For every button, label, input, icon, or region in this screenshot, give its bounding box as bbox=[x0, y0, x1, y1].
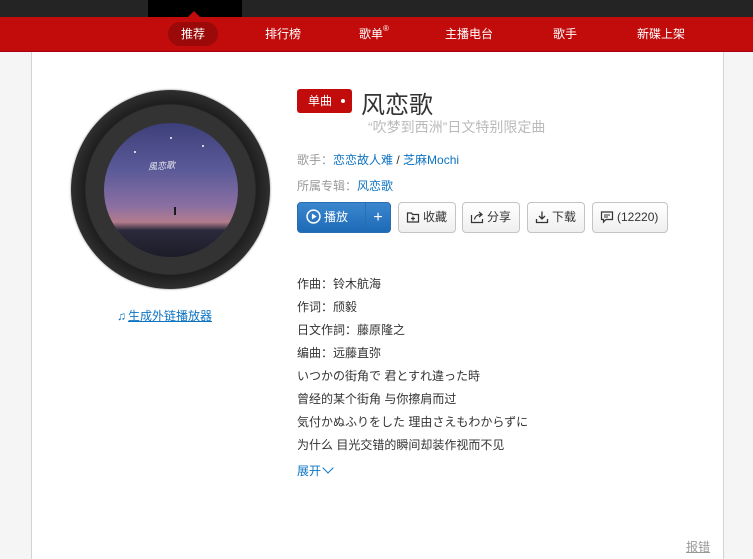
cover-star bbox=[170, 137, 172, 139]
artist-label: 歌手： bbox=[297, 153, 334, 167]
expand-lyrics-button[interactable]: 展开 bbox=[297, 462, 334, 479]
add-to-playlist-button[interactable]: + bbox=[365, 202, 391, 233]
registered-mark: ® bbox=[383, 24, 389, 33]
lyrics-block: 作曲：铃木航海 作词：颀毅 日文作詞：藤原隆之 编曲：远藤直弥 いつかの街角で … bbox=[297, 273, 528, 457]
favorite-label: 收藏 bbox=[423, 210, 448, 224]
nav-item-playlists-label: 歌单 bbox=[359, 27, 384, 41]
lyric-line: 作词：颀毅 bbox=[297, 300, 358, 314]
cover-art-text: 風恋歌 bbox=[147, 160, 176, 172]
play-icon bbox=[306, 209, 321, 225]
album-label: 所属专辑： bbox=[297, 179, 358, 193]
cover-figure bbox=[174, 207, 176, 215]
artist-link[interactable]: 恋恋故人难 bbox=[333, 153, 393, 167]
song-subtitle: “吹梦到西洲”日文特别限定曲 bbox=[368, 119, 546, 135]
nav-item-recommend[interactable]: 推荐 bbox=[168, 22, 219, 46]
folder-plus-icon bbox=[406, 212, 420, 223]
nav-item-playlists[interactable]: 歌单® bbox=[346, 22, 402, 46]
download-button[interactable]: 下载 bbox=[527, 202, 585, 233]
nav-item-new-albums[interactable]: 新碟上架 bbox=[624, 22, 698, 46]
album-cover[interactable]: 風恋歌 bbox=[104, 123, 238, 257]
player-link-label: 生成外链播放器 bbox=[128, 309, 213, 323]
favorite-button[interactable]: 收藏 bbox=[398, 202, 456, 233]
single-badge: 单曲 bbox=[297, 89, 352, 113]
lyric-line: 曾经的某个街角 与你擦肩而过 bbox=[297, 392, 457, 406]
generate-player-link[interactable]: ♫ 生成外链播放器 bbox=[117, 307, 212, 324]
artist-separator: / bbox=[393, 153, 404, 167]
cover-star bbox=[202, 145, 204, 147]
download-icon bbox=[535, 211, 549, 223]
badge-label: 单曲 bbox=[308, 94, 333, 108]
lyric-line: 作曲：铃木航海 bbox=[297, 277, 382, 291]
play-button[interactable]: 播放 bbox=[297, 202, 366, 233]
active-tab-indicator bbox=[188, 11, 200, 17]
nav-item-radio[interactable]: 主播电台 bbox=[432, 22, 506, 46]
lyric-line: 気付かぬふりをした 理由さえもわからずに bbox=[297, 415, 529, 429]
sub-navigation-bar: 推荐 排行榜 歌单® 主播电台 歌手 新碟上架 bbox=[0, 11, 753, 52]
music-note-icon: ♫ bbox=[117, 309, 126, 323]
share-label: 分享 bbox=[487, 210, 512, 224]
album-link[interactable]: 风恋歌 bbox=[357, 179, 393, 193]
chevron-down-icon bbox=[322, 462, 334, 474]
artist-link[interactable]: 芝麻Mochi bbox=[403, 153, 459, 167]
lyric-line: 为什么 目光交错的瞬间却装作视而不见 bbox=[297, 438, 505, 452]
lyric-line: 日文作詞：藤原隆之 bbox=[297, 323, 406, 337]
report-error-link[interactable]: 报错 bbox=[686, 538, 710, 555]
lyric-line: いつかの街角で 君とすれ違った時 bbox=[297, 369, 480, 383]
comment-icon bbox=[600, 211, 614, 224]
top-navigation-bar bbox=[0, 0, 753, 17]
comments-button[interactable]: (12220) bbox=[592, 202, 668, 233]
song-title: 风恋歌 bbox=[361, 92, 433, 119]
share-icon bbox=[470, 211, 484, 223]
artist-row: 歌手：恋恋故人难 / 芝麻Mochi bbox=[297, 151, 459, 168]
comments-count: (12220) bbox=[617, 210, 659, 224]
expand-label: 展开 bbox=[297, 464, 322, 478]
share-button[interactable]: 分享 bbox=[462, 202, 520, 233]
lyric-line: 编曲：远藤直弥 bbox=[297, 346, 382, 360]
album-row: 所属专辑：风恋歌 bbox=[297, 177, 393, 194]
play-label: 播放 bbox=[324, 210, 349, 224]
cover-star bbox=[134, 151, 136, 153]
badge-dot bbox=[341, 99, 345, 103]
nav-item-charts[interactable]: 排行榜 bbox=[252, 22, 314, 46]
add-label: + bbox=[373, 209, 383, 226]
download-label: 下载 bbox=[552, 210, 577, 224]
nav-item-artists[interactable]: 歌手 bbox=[540, 22, 590, 46]
